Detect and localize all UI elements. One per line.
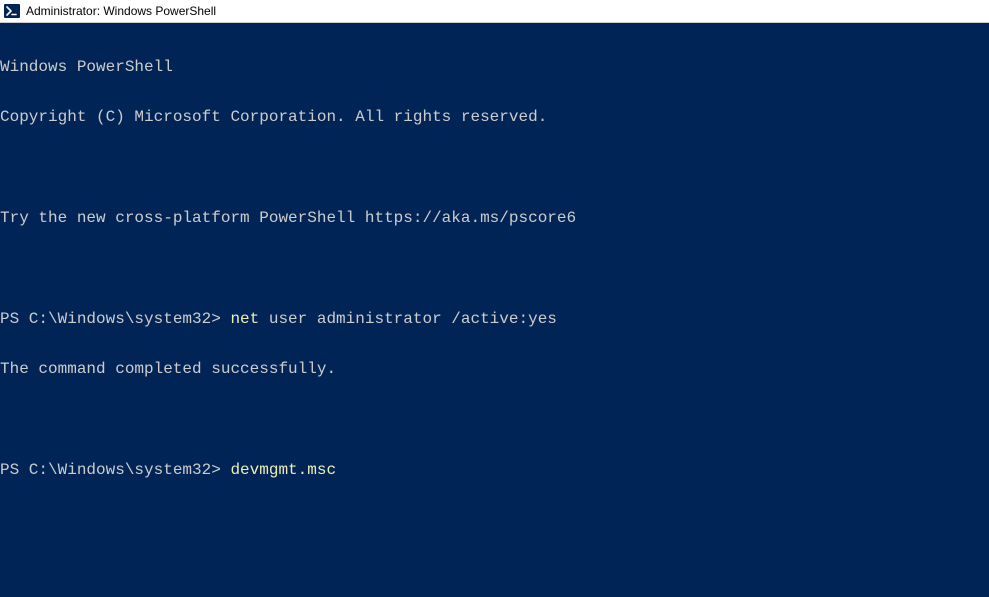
banner-line: Try the new cross-platform PowerShell ht… <box>0 210 989 227</box>
command-rest: user administrator /active:yes <box>269 310 557 328</box>
blank-line <box>0 411 989 428</box>
powershell-icon <box>4 3 20 19</box>
prompt-prefix: PS C:\Windows\system32> <box>0 461 230 479</box>
command-line: PS C:\Windows\system32> net user adminis… <box>0 311 989 328</box>
blank-line <box>0 260 989 277</box>
command-line: PS C:\Windows\system32> devmgmt.msc <box>0 462 989 479</box>
terminal-area[interactable]: Windows PowerShell Copyright (C) Microso… <box>0 23 989 597</box>
output-line: The command completed successfully. <box>0 361 989 378</box>
blank-line <box>0 159 989 176</box>
prompt-prefix: PS C:\Windows\system32> <box>0 310 230 328</box>
command-head: net <box>230 310 268 328</box>
window-title: Administrator: Windows PowerShell <box>26 4 216 18</box>
command-text: devmgmt.msc <box>230 461 336 479</box>
banner-line: Copyright (C) Microsoft Corporation. All… <box>0 109 989 126</box>
banner-line: Windows PowerShell <box>0 59 989 76</box>
titlebar[interactable]: Administrator: Windows PowerShell <box>0 0 989 23</box>
